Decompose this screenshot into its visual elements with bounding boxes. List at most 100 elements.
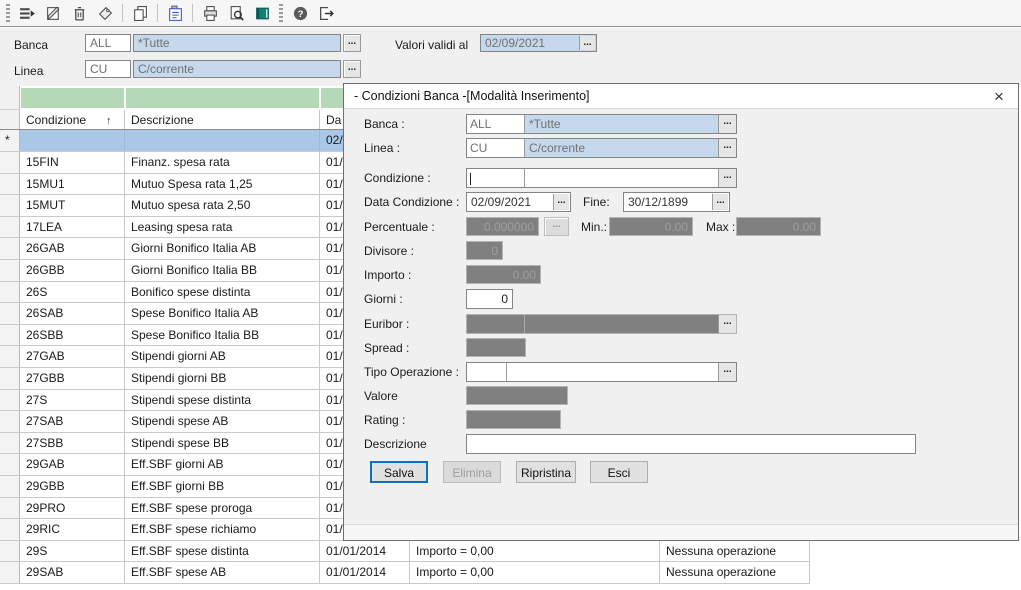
row-selector[interactable] [0, 498, 20, 519]
salva-button[interactable]: Salva [370, 461, 428, 483]
toolbar: ? [0, 0, 1021, 27]
preview-button[interactable] [223, 2, 249, 24]
cell-condizione: 26SAB [20, 303, 125, 324]
cell-condizione [20, 130, 125, 151]
linea-desc-field: C/corrente [133, 60, 341, 78]
row-selector[interactable] [0, 152, 20, 173]
cell-stato: Nessuna operazione [660, 562, 810, 583]
banca-lookup-button[interactable]: ... [343, 34, 361, 52]
cell-condizione: 27SAB [20, 411, 125, 432]
dlg-max-field: 0,00 [736, 217, 821, 236]
dlg-euribor-label: Euribor : [364, 317, 409, 331]
esci-button[interactable]: Esci [590, 461, 648, 483]
dlg-euribor-lookup-button[interactable]: ... [718, 315, 736, 333]
row-selector[interactable] [0, 174, 20, 195]
dlg-linea-code[interactable]: CU [467, 139, 525, 157]
column-header-descrizione[interactable]: Descrizione [125, 110, 320, 129]
valori-validi-lookup-button[interactable]: ... [579, 36, 595, 50]
dlg-tipo-operazione-code[interactable] [467, 363, 507, 381]
row-selector[interactable] [0, 390, 20, 411]
dlg-linea-lookup-button[interactable]: ... [718, 139, 736, 157]
row-selector[interactable] [0, 433, 20, 454]
row-selector[interactable] [0, 282, 20, 303]
row-selector[interactable] [0, 195, 20, 216]
row-selector[interactable] [0, 325, 20, 346]
dlg-condizione-desc [525, 169, 718, 187]
row-selector[interactable] [0, 454, 20, 475]
paste-list-button[interactable] [162, 2, 188, 24]
close-icon[interactable]: × [990, 87, 1008, 107]
dlg-banca-lookup-button[interactable]: ... [718, 115, 736, 133]
dlg-condizione-lookup-button[interactable]: ... [718, 169, 736, 187]
cell-condizione: 29RIC [20, 519, 125, 540]
new-record-button[interactable] [14, 2, 40, 24]
edit-icon [45, 5, 62, 22]
dlg-condizione-field[interactable]: ... [466, 168, 737, 188]
row-selector[interactable] [0, 217, 20, 238]
row-selector[interactable] [0, 368, 20, 389]
row-selector[interactable] [0, 238, 20, 259]
dlg-tipo-operazione-lookup-button[interactable]: ... [718, 363, 736, 381]
row-selector[interactable] [0, 346, 20, 367]
exit-button[interactable] [313, 2, 339, 24]
dlg-banca-code[interactable]: ALL [467, 115, 525, 133]
cell-descrizione [125, 130, 320, 151]
tag-button[interactable] [92, 2, 118, 24]
toolbar-grip[interactable] [6, 4, 10, 22]
delete-button[interactable] [66, 2, 92, 24]
dlg-euribor-code [467, 315, 525, 333]
cell-descrizione: Stipendi spese distinta [125, 390, 320, 411]
cell-condizione: 29PRO [20, 498, 125, 519]
linea-lookup-button[interactable]: ... [343, 60, 361, 78]
toolbar-grip[interactable] [279, 4, 283, 22]
dlg-fine-field[interactable]: 30/12/1899 ... [623, 192, 730, 212]
row-selector[interactable] [0, 260, 20, 281]
grid-filter-cell[interactable] [21, 88, 124, 108]
ripristina-button[interactable]: Ripristina [516, 461, 576, 483]
row-selector[interactable] [0, 562, 20, 583]
column-header-condizione[interactable]: Condizione↑ [20, 110, 125, 129]
dlg-percentuale-field: 0,000000 [466, 217, 539, 236]
new-record-marker[interactable]: * [0, 130, 20, 151]
dlg-data-condizione-lookup-button[interactable]: ... [553, 194, 569, 210]
cell-descrizione: Finanz. spesa rata [125, 152, 320, 173]
valori-validi-date-field[interactable]: 02/09/2021 ... [480, 34, 597, 52]
book-button[interactable] [249, 2, 275, 24]
cell-descrizione: Mutuo spesa rata 2,50 [125, 195, 320, 216]
grid-header-selector [0, 110, 20, 129]
cell-descrizione: Stipendi spese AB [125, 411, 320, 432]
row-selector[interactable] [0, 519, 20, 540]
exit-icon [318, 5, 335, 22]
help-button[interactable]: ? [287, 2, 313, 24]
dlg-giorni-field[interactable]: 0 [466, 289, 513, 309]
table-row[interactable]: 29SAB Eff.SBF spese AB 01/01/2014 Import… [0, 562, 810, 584]
dlg-condizione-code[interactable] [467, 169, 525, 187]
sort-ascending-icon: ↑ [106, 115, 112, 127]
row-selector[interactable] [0, 541, 20, 562]
dlg-fine-lookup-button[interactable]: ... [712, 194, 728, 210]
dlg-spread-label: Spread : [364, 341, 409, 355]
dlg-banca-field[interactable]: ALL *Tutte ... [466, 114, 737, 134]
delete-icon [71, 5, 88, 22]
edit-button[interactable] [40, 2, 66, 24]
valori-validi-label: Valori validi al [395, 38, 468, 52]
row-selector[interactable] [0, 411, 20, 432]
banca-code-field[interactable]: ALL [85, 34, 131, 52]
dlg-descrizione-field[interactable] [466, 434, 916, 454]
row-selector[interactable] [0, 476, 20, 497]
dlg-linea-field[interactable]: CU C/corrente ... [466, 138, 737, 158]
dlg-tipo-operazione-label: Tipo Operazione : [364, 365, 459, 379]
dlg-importo-label: Importo : [364, 268, 411, 282]
dlg-data-condizione-field[interactable]: 02/09/2021 ... [466, 192, 571, 212]
row-selector[interactable] [0, 303, 20, 324]
linea-code-field[interactable]: CU [85, 60, 131, 78]
print-button[interactable] [197, 2, 223, 24]
cell-condizione: 15MUT [20, 195, 125, 216]
cell-data: 01/01/2014 [320, 562, 410, 583]
dlg-tipo-operazione-field[interactable]: ... [466, 362, 737, 382]
cell-descrizione: Eff.SBF spese distinta [125, 541, 320, 562]
dlg-spread-field [466, 338, 526, 357]
copy-button[interactable] [127, 2, 153, 24]
table-row[interactable]: 29S Eff.SBF spese distinta 01/01/2014 Im… [0, 541, 810, 563]
grid-filter-cell[interactable] [126, 88, 319, 108]
